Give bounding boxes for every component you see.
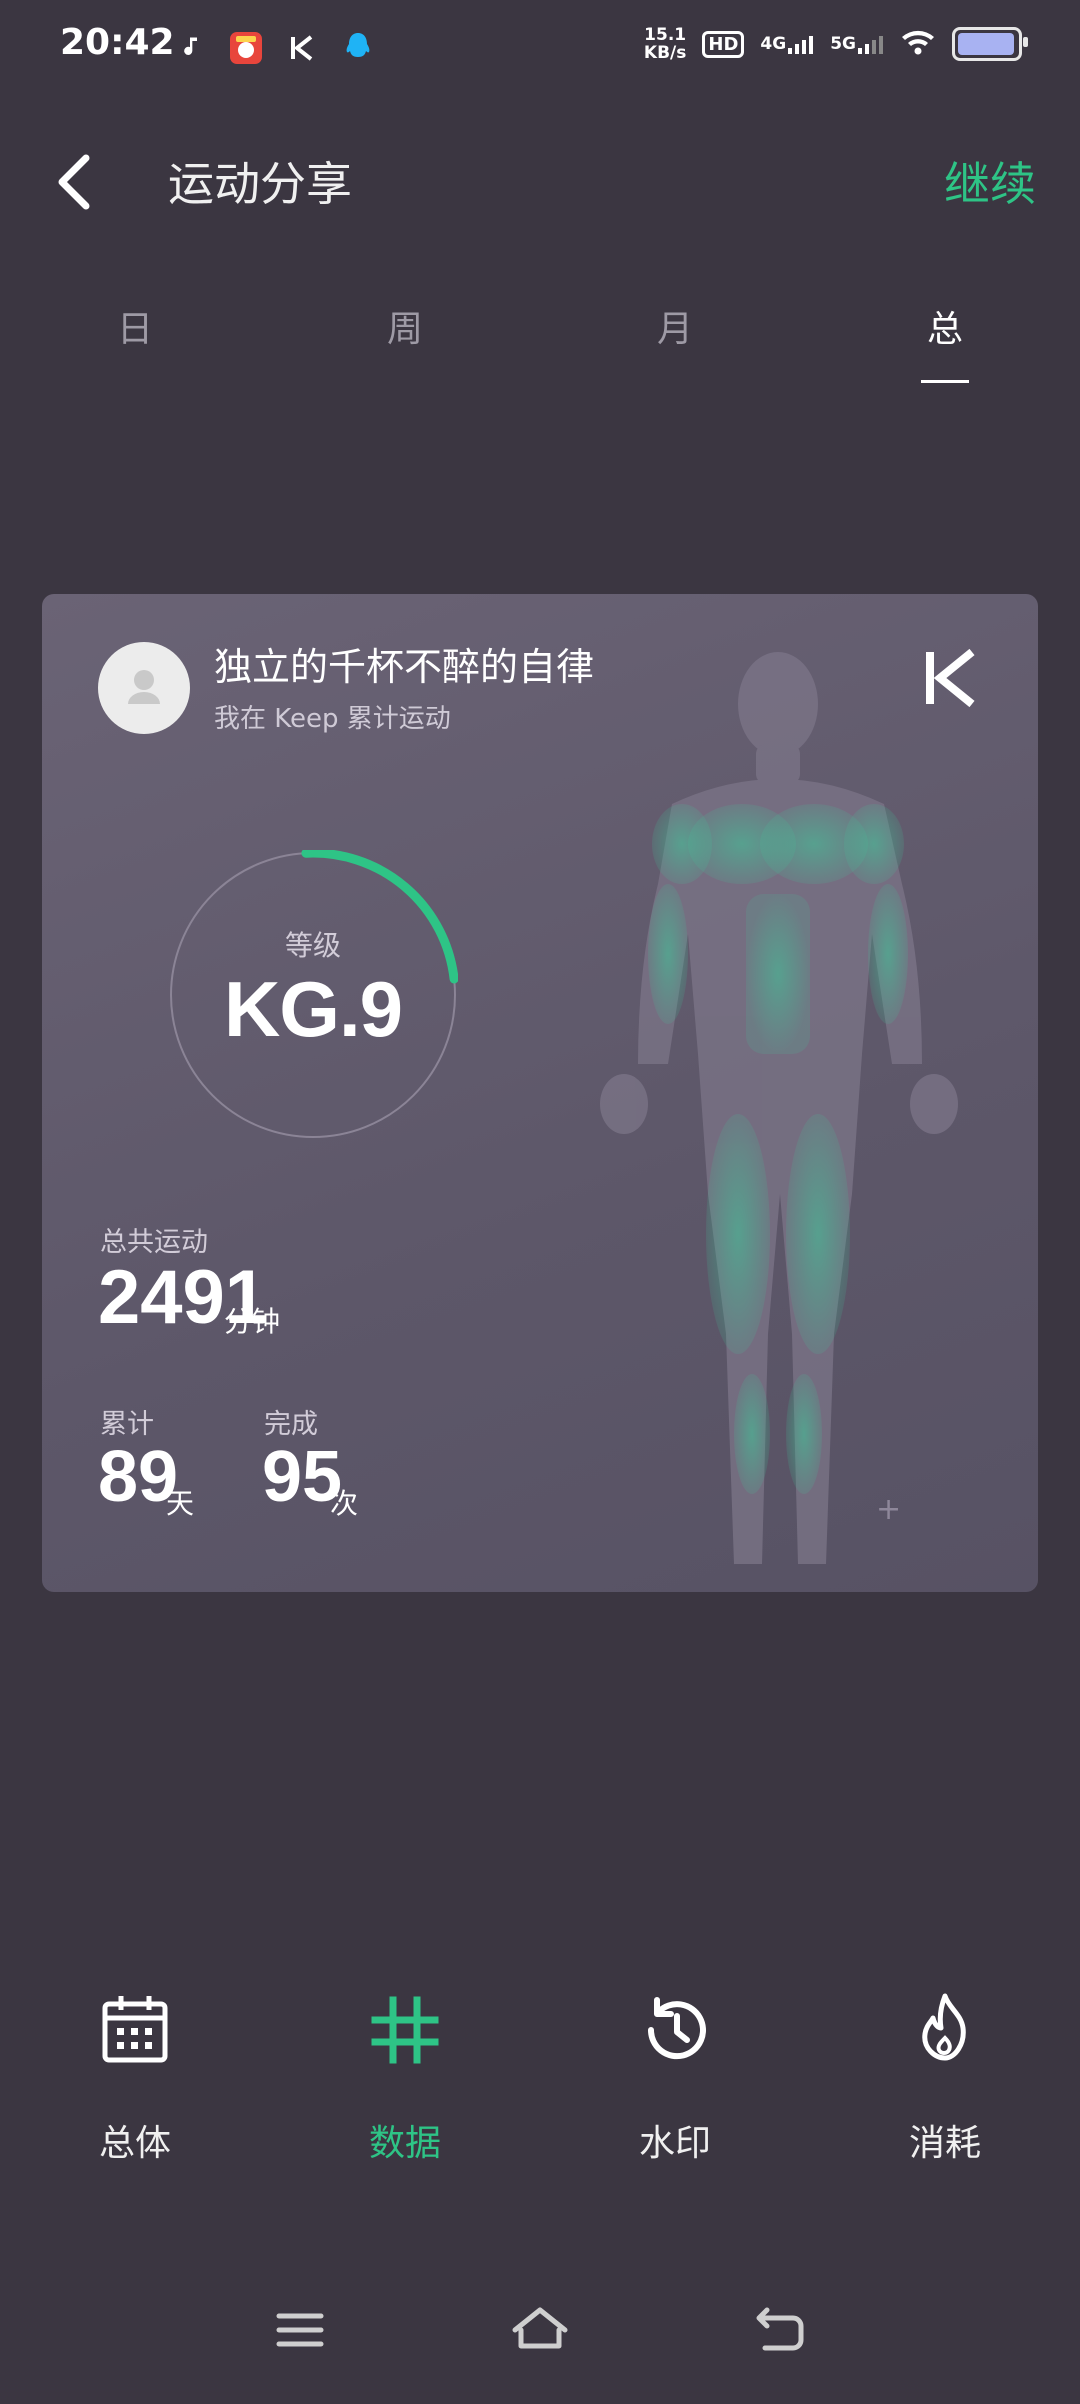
tab-total-label: 总 xyxy=(926,309,963,350)
user-placeholder-icon xyxy=(128,670,160,704)
home-icon xyxy=(512,2307,568,2349)
menu-icon xyxy=(276,2313,324,2347)
level-label: 等级 xyxy=(284,929,341,962)
tab-day[interactable]: 日 xyxy=(75,300,195,352)
toolbar-calories-label: 消耗 xyxy=(908,2123,981,2164)
flame-icon xyxy=(905,1990,985,2070)
days-unit: 天 xyxy=(166,1487,195,1520)
return-icon xyxy=(756,2307,804,2351)
plus-icon: + xyxy=(876,1492,902,1527)
username: 独立的千杯不醉的自律 xyxy=(214,645,595,689)
toolbar-calories[interactable]: 消耗 xyxy=(845,1990,1045,2166)
battery-level xyxy=(958,33,1014,55)
net-speed: 15.1 KB/s xyxy=(644,26,686,62)
home-button[interactable] xyxy=(505,2300,575,2360)
menu-button[interactable] xyxy=(265,2300,335,2360)
signal-5g-icon: 5G xyxy=(830,34,884,54)
wifi-icon xyxy=(900,28,936,61)
tab-month-label: 月 xyxy=(656,309,693,350)
toolbar-watermark[interactable]: 水印 xyxy=(575,1990,775,2166)
signal-4g-icon: 4G xyxy=(760,34,814,54)
notification-icons xyxy=(170,28,378,68)
tab-month[interactable]: 月 xyxy=(615,300,735,352)
tab-day-label: 日 xyxy=(116,309,153,350)
keep-app-icon xyxy=(282,28,322,68)
hashtag-icon xyxy=(365,1990,445,2070)
toolbar-overall[interactable]: 总体 xyxy=(35,1990,235,2166)
toolbar-overall-label: 总体 xyxy=(98,2123,171,2164)
page-title: 运动分享 xyxy=(168,157,352,211)
chevron-left-icon xyxy=(58,154,90,210)
history-icon xyxy=(635,1990,715,2070)
sim2-label: 5G xyxy=(830,34,856,54)
calendar-icon xyxy=(95,1990,175,2070)
qq-icon xyxy=(338,28,378,68)
back-button[interactable] xyxy=(44,146,104,216)
keep-logo-icon xyxy=(926,648,975,708)
card-subtitle: 我在 Keep 累计运动 xyxy=(214,704,451,734)
continue-button[interactable]: 继续 xyxy=(944,148,1036,214)
toolbar-watermark-label: 水印 xyxy=(638,2123,711,2164)
toolbar-data-label: 数据 xyxy=(368,2123,441,2164)
app-badge-icon xyxy=(226,28,266,68)
sim1-label: 4G xyxy=(760,34,787,54)
tab-underline xyxy=(921,380,969,383)
status-time: 20:42 xyxy=(60,22,175,63)
tab-total[interactable]: 总 xyxy=(885,300,1005,383)
tab-week-label: 周 xyxy=(386,309,423,350)
status-right: 15.1 KB/s HD 4G 5G xyxy=(644,26,1028,62)
net-speed-value: 15.1 xyxy=(644,25,687,45)
toolbar-data[interactable]: 数据 xyxy=(305,1990,505,2166)
sessions-unit: 次 xyxy=(330,1487,359,1520)
hd-badge: HD xyxy=(702,30,745,58)
net-speed-unit: KB/s xyxy=(643,43,687,63)
total-unit: 分钟 xyxy=(224,1305,281,1338)
music-note-icon xyxy=(170,28,210,68)
share-card: 独立的千杯不醉的自律 我在 Keep 累计运动 等级 KG.9 总共运动 249… xyxy=(42,594,1038,1592)
body-muscle-figure xyxy=(600,652,958,1564)
tab-week[interactable]: 周 xyxy=(345,300,465,352)
period-tabs: 日 周 月 总 xyxy=(0,300,1080,383)
return-button[interactable] xyxy=(745,2300,815,2360)
level-value: KG.9 xyxy=(223,965,403,1053)
system-nav-bar xyxy=(0,2300,1080,2380)
avatar xyxy=(98,642,190,734)
battery-icon xyxy=(952,27,1028,61)
